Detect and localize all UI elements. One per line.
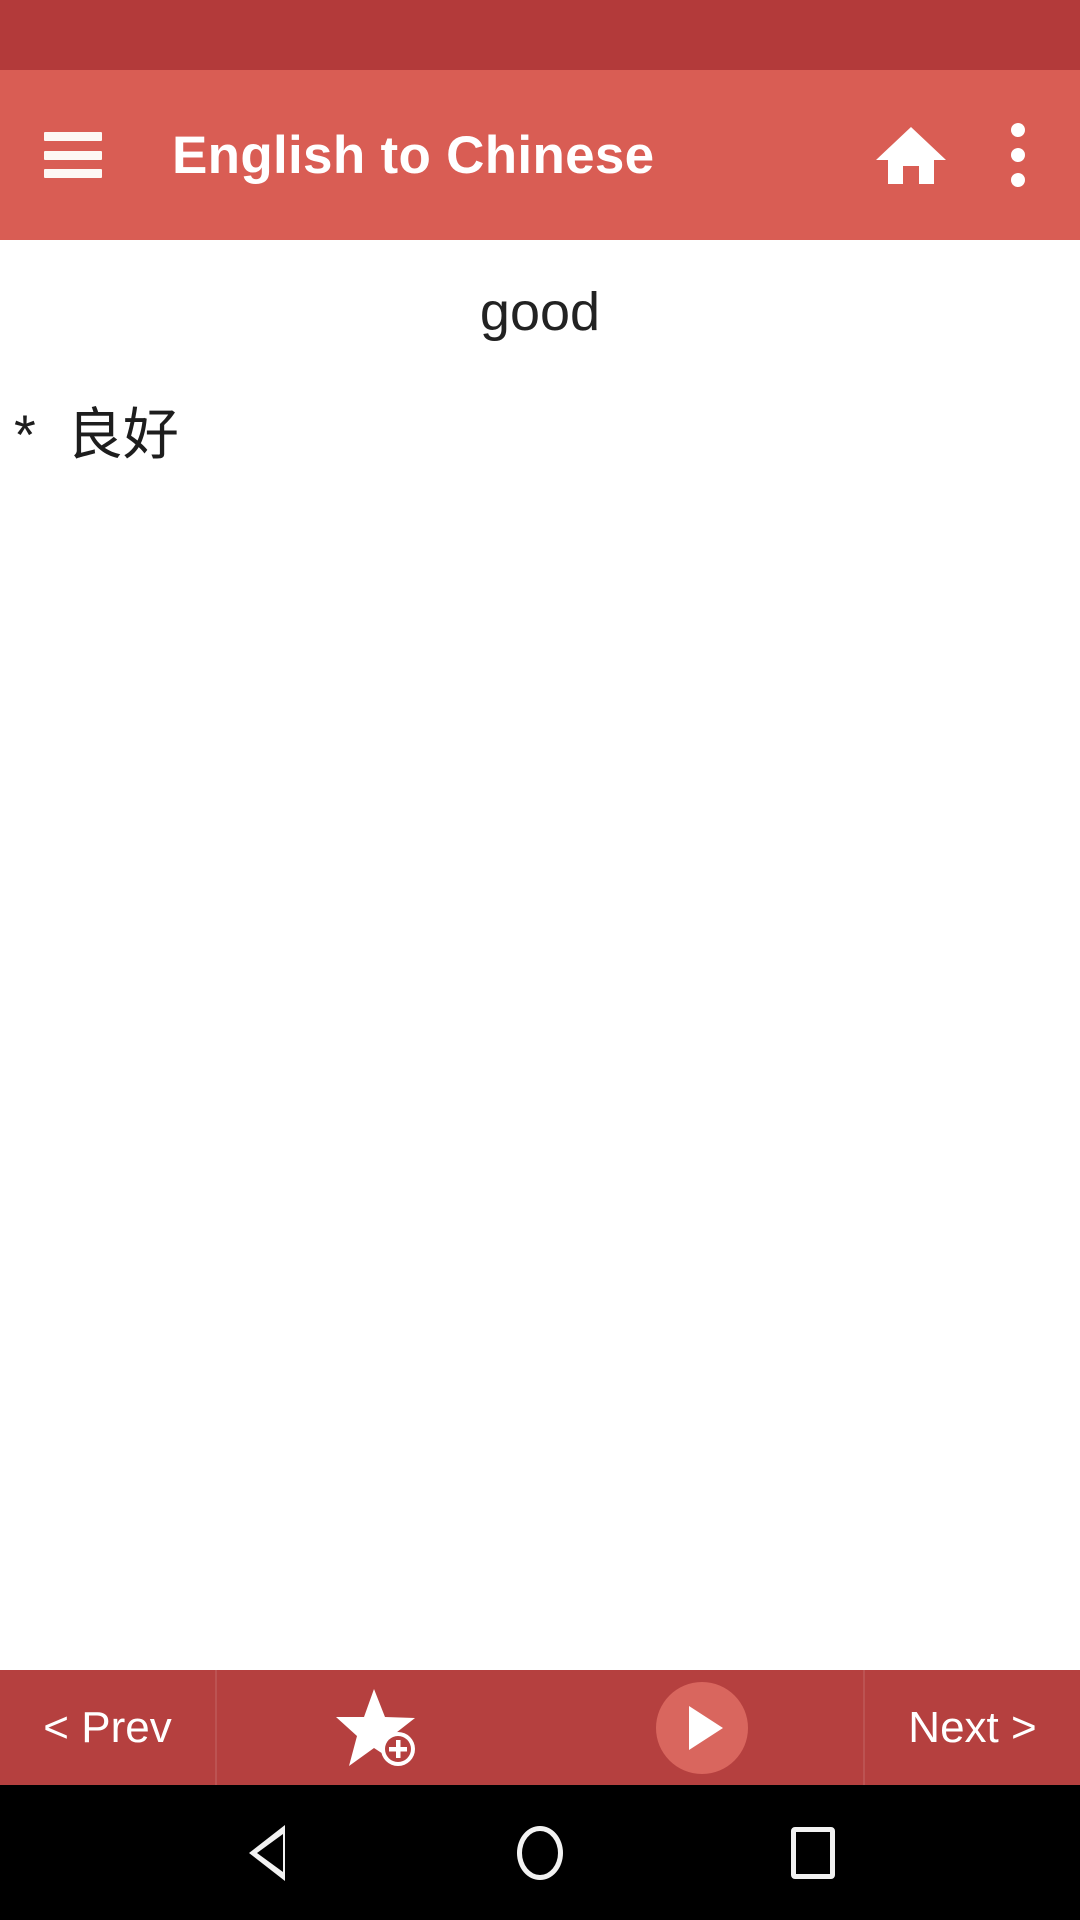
overflow-dot-2 — [1011, 148, 1025, 162]
page-title: English to Chinese — [172, 125, 655, 185]
overflow-menu-icon — [986, 116, 1050, 194]
prev-button[interactable]: < Prev — [0, 1670, 215, 1785]
bottom-toolbar: < Prev Next > — [0, 1670, 1080, 1785]
home-circle-icon — [516, 1825, 563, 1880]
nav-back-button[interactable] — [222, 1808, 312, 1898]
play-audio-button[interactable] — [540, 1670, 863, 1785]
star-add-icon — [335, 1688, 415, 1766]
app-bar-actions — [872, 116, 1050, 194]
next-button[interactable]: Next > — [863, 1670, 1080, 1785]
app-bar: English to Chinese — [0, 70, 1080, 244]
hamburger-bar-3 — [44, 169, 102, 178]
android-nav-bar — [0, 1785, 1080, 1920]
nav-home-button[interactable] — [495, 1808, 585, 1898]
hamburger-bar-1 — [44, 132, 102, 141]
translation-list: * 良好 — [0, 397, 1080, 473]
home-icon — [876, 127, 946, 184]
home-button[interactable] — [872, 116, 950, 194]
overflow-dot-1 — [1011, 123, 1025, 137]
nav-recents-button[interactable] — [768, 1808, 858, 1898]
recents-square-icon — [791, 1826, 836, 1879]
hamburger-bar-2 — [44, 150, 102, 160]
hamburger-menu-icon[interactable] — [44, 132, 102, 178]
overflow-dot-3 — [1011, 173, 1025, 187]
list-item: * 良好 — [14, 402, 179, 466]
overflow-menu-button[interactable] — [986, 116, 1050, 194]
prev-button-label: < Prev — [43, 1702, 172, 1752]
play-triangle — [689, 1705, 723, 1750]
phone-screen: English to Chinese good * 良好 < Prev Next… — [0, 0, 1080, 1920]
back-triangle-icon — [248, 1824, 285, 1881]
status-bar — [0, 0, 1080, 70]
add-favorite-button[interactable] — [215, 1670, 540, 1785]
content-area: good * 良好 — [0, 240, 1080, 1670]
next-button-label: Next > — [908, 1702, 1037, 1752]
headword: good — [479, 282, 601, 342]
play-icon — [655, 1681, 748, 1774]
